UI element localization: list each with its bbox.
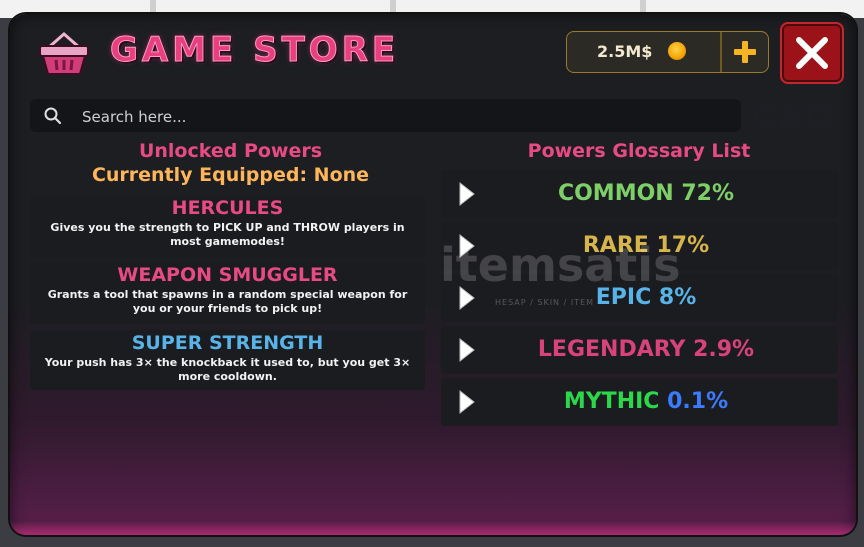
- rarity-row-mythic[interactable]: MYTHIC 0.1%: [441, 378, 838, 426]
- close-icon: [796, 37, 828, 69]
- play-icon: [459, 181, 475, 207]
- power-description: Grants a tool that spawns in a random sp…: [47, 288, 408, 315]
- power-name: SUPER STRENGTH: [131, 332, 324, 354]
- panel-glow: [10, 521, 856, 535]
- search-bar: [30, 99, 741, 134]
- power-name: HERCULES: [171, 197, 284, 219]
- triangle-icon: [777, 103, 805, 128]
- rarity-row-legendary[interactable]: LEGENDARY 2.9%: [441, 326, 838, 374]
- watermark-subtext: HESAP / SKIN / ITEM: [495, 298, 595, 307]
- rarity-percent: 0.1%: [667, 389, 729, 414]
- power-description: Gives you the strength to PICK UP and TH…: [50, 221, 405, 248]
- power-card-super-strength[interactable]: SUPER STRENGTH Your push has 3× the knoc…: [30, 330, 425, 390]
- coin-icon: [668, 42, 686, 60]
- rarity-name: MYTHIC: [563, 389, 660, 414]
- play-icon: [459, 389, 475, 415]
- play-icon: [459, 337, 475, 363]
- power-card-weapon-smuggler[interactable]: WEAPON SMUGGLER Grants a tool that spawn…: [30, 262, 425, 324]
- power-card-hercules[interactable]: HERCULES Gives you the strength to PICK …: [30, 195, 425, 257]
- currently-equipped: Currently Equipped: None: [91, 164, 370, 186]
- circle-icon: [754, 104, 778, 128]
- power-description: Your push has 3× the knockback it used t…: [44, 356, 411, 383]
- rarity-label: MYTHIC 0.1%: [481, 389, 811, 414]
- search-icon: [44, 107, 62, 125]
- plus-icon: [734, 41, 756, 63]
- close-button[interactable]: [780, 22, 844, 84]
- rarity-label: LEGENDARY 2.9%: [537, 337, 755, 362]
- powers-glossary-title: Powers Glossary List: [527, 140, 751, 162]
- store-title: GAME STORE: [109, 30, 400, 71]
- rarity-row-common[interactable]: COMMON 72%: [441, 170, 838, 218]
- square-icon: [807, 104, 831, 128]
- add-currency-button[interactable]: [722, 32, 768, 72]
- basket-icon: [34, 30, 94, 78]
- shape-icons: [754, 103, 831, 128]
- currency-amount: 2.5M$: [597, 42, 653, 61]
- power-name: WEAPON SMUGGLER: [117, 264, 338, 286]
- watermark: itemsatis: [440, 238, 681, 292]
- unlocked-powers-title: Unlocked Powers: [138, 140, 323, 162]
- rarity-label: COMMON 72%: [557, 181, 735, 206]
- search-input[interactable]: [80, 99, 684, 134]
- currency-display: 2.5M$: [566, 31, 769, 73]
